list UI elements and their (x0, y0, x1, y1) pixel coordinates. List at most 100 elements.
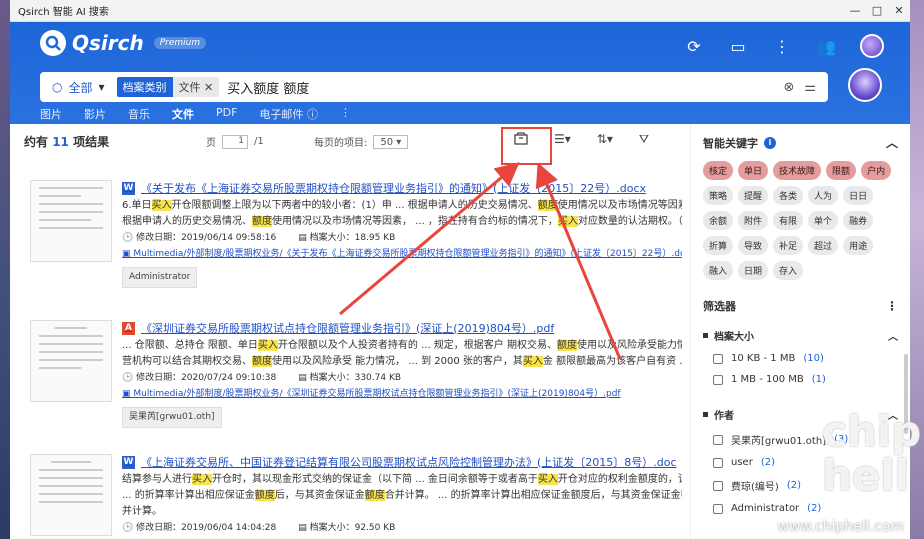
word-file-icon: W (122, 181, 135, 195)
tab-documents[interactable]: 文件 (172, 106, 194, 126)
result-snippet: ... 的折算率计算出相应保证金额度后，与其资金保证金额度合并计算。 ... 的… (122, 489, 682, 502)
tab-pdf[interactable]: PDF (216, 106, 237, 126)
keyword-chip[interactable]: 附件 (738, 211, 769, 230)
checkbox[interactable] (713, 503, 723, 514)
per-page: 每页的项目: 50 ▾ (314, 134, 409, 149)
tabs-more-icon[interactable]: ⋮ (340, 106, 351, 126)
keyword-chip[interactable]: 提醒 (738, 186, 769, 205)
page-input[interactable]: 1 (222, 134, 248, 149)
word-file-icon: W (122, 455, 135, 469)
annotation-highlight-box (501, 127, 552, 165)
info-icon[interactable]: i (764, 136, 776, 149)
result-snippet: 结算参与人进行买入开仓时，其以现金形式交纳的保证金（以下简 ... 金日间余额等… (122, 473, 682, 486)
result-snippet: 6.单日买入开仓限额调整上限为以下两者中的较小者：(1）申 ... 根据申请人的… (122, 199, 682, 212)
owner-tag[interactable]: 吴果芮[grwu01.oth] (122, 407, 222, 428)
keyword-chip[interactable]: 单个 (808, 211, 839, 230)
result-title-link[interactable]: 《关于发布《上海证券交易所股票期权持仓限额管理业务指引》的通知》(上证发〔201… (141, 182, 646, 195)
search-scope[interactable]: ○ 全部 ▾ (40, 79, 117, 96)
checkbox[interactable] (713, 434, 723, 445)
keyword-chip[interactable]: 限额 (826, 161, 857, 180)
filter-option[interactable]: 1 MB - 100 MB (1) (703, 374, 898, 385)
filter-option-count: (1) (811, 374, 826, 385)
filter-title: 筛选器 (703, 300, 736, 313)
document-thumbnail[interactable] (30, 454, 112, 536)
snippet-text: 使用情况以及市场情况等因素， ... ，指在持有合约标的情况下， (272, 216, 558, 227)
file-size: ▤ 档案大小：18.95 KB (298, 233, 396, 243)
result-title-link[interactable]: 《上海证券交易所、中国证券登记结算有限公司股票期权试点风险控制管理办法》(上证发… (141, 456, 677, 469)
info-icon: ⓘ (306, 108, 318, 121)
top-icons: ⟳ ▭ ⋮ 👥 (684, 34, 884, 58)
clear-search-icon[interactable]: ⊗ (783, 80, 794, 95)
document-thumbnail[interactable] (30, 320, 112, 402)
more-vertical-icon[interactable]: ⋮ (886, 299, 898, 313)
keyword-chip[interactable]: 日期 (738, 261, 769, 280)
filter-option[interactable]: 10 KB - 1 MB (10) (703, 353, 898, 364)
list-view-icon[interactable]: ☰▾ (554, 132, 571, 149)
chevron-up-icon[interactable]: ︿ (886, 134, 898, 151)
modified-date-text: 修改日期：2020/07/24 09:10:38 (136, 373, 277, 383)
keywords-title: 智能关键字 (703, 136, 758, 150)
desktop-background-right (910, 0, 924, 539)
file-path-link[interactable]: ▣ Multimedia/外部制度/股票期权业务/《深圳证券交易所股票期权试点持… (122, 388, 682, 401)
keyword-chip[interactable]: 人为 (808, 186, 839, 205)
search-settings-icon[interactable]: ⚌ (804, 80, 816, 95)
keyword-chip[interactable]: 日日 (843, 186, 874, 205)
keyword-chip[interactable]: 核定 (703, 161, 734, 180)
keyword-chip[interactable]: 补足 (773, 236, 804, 255)
tab-videos[interactable]: 影片 (84, 106, 106, 126)
keyword-chip[interactable]: 技术故障 (773, 161, 822, 180)
checkbox[interactable] (713, 457, 723, 468)
keyword-chip[interactable]: 折算 (703, 236, 734, 255)
users-icon[interactable]: 👥 (816, 36, 836, 56)
result-snippet: 根据申请人的历史交易情况、额度使用情况以及市场情况等因素， ... ，指在持有合… (122, 215, 682, 228)
keyword-chip[interactable]: 有限 (773, 211, 804, 230)
keyword-chip[interactable]: 户内 (861, 161, 892, 180)
keyword-chip[interactable]: 融券 (843, 211, 874, 230)
result-title-link[interactable]: 《深圳证券交易所股票期权试点持仓限额管理业务指引》(深证上(2019)804号）… (141, 322, 554, 335)
checkbox[interactable] (713, 353, 723, 364)
filter-chip-value[interactable]: 文件 ✕ (172, 77, 220, 97)
perpage-select[interactable]: 50 ▾ (373, 134, 409, 149)
tab-email[interactable]: 电子邮件 ⓘ (259, 106, 318, 126)
keyword-chip[interactable]: 用途 (843, 236, 874, 255)
keyword-chip[interactable]: 余额 (703, 211, 734, 230)
app-window: Qsirch 智能 AI 搜索 — □ ✕ Qsirch Premium ⟳ ▭… (10, 0, 910, 539)
main-content: 约有 11 项结果 页 1 /1 每页的项目: 50 ▾ ☰▾ ⇅▾ ⛛ W 《… (10, 124, 910, 539)
ai-assistant-avatar[interactable] (848, 68, 882, 102)
snippet-highlight: 额度 (252, 216, 272, 227)
chevron-up-icon[interactable]: ︿ (888, 328, 898, 343)
keyword-chip[interactable]: 导致 (738, 236, 769, 255)
search-input[interactable]: 买入额度 额度 (227, 78, 309, 97)
result-snippet: ... 仓限额、总持仓 限额、单日买入开仓限额以及个人投资者持有的 ... 规定… (122, 339, 682, 352)
refresh-icon[interactable]: ⟳ (684, 36, 704, 56)
snippet-text: 开仓对应的权利金额度的，该买入 (557, 474, 682, 485)
sort-icon[interactable]: ⇅▾ (597, 132, 613, 149)
snippet-text: 开仓时，其以现金形式交纳的保证金（以下简 ... 金日间余额等于或者高于 (212, 474, 538, 485)
minimize-icon[interactable]: — (844, 0, 866, 22)
keyword-chip[interactable]: 超过 (808, 236, 839, 255)
owner-tag[interactable]: Administrator (122, 267, 198, 288)
drive-icon[interactable]: ▭ (728, 36, 748, 56)
filter-icon[interactable]: ⛛ (639, 132, 649, 149)
page-total: /1 (254, 136, 264, 147)
modified-date: 🕒 修改日期：2019/06/04 14:04:28 (122, 523, 277, 533)
keyword-chip[interactable]: 融入 (703, 261, 734, 280)
checkbox[interactable] (713, 374, 723, 385)
more-vertical-icon[interactable]: ⋮ (772, 36, 792, 56)
close-icon[interactable]: ✕ (888, 0, 910, 22)
user-avatar[interactable] (860, 34, 884, 58)
keyword-chip[interactable]: 单日 (738, 161, 769, 180)
keyword-chip[interactable]: 策略 (703, 186, 734, 205)
document-thumbnail[interactable] (30, 180, 112, 262)
keyword-chip[interactable]: 各类 (773, 186, 804, 205)
chip-remove-icon[interactable]: ✕ (204, 81, 213, 94)
result-count-prefix: 约有 (24, 134, 49, 149)
watermark-logo: chip hell (822, 407, 922, 500)
file-path-link[interactable]: ▣ Multimedia/外部制度/股票期权业务/《关于发布《上海证券交易所股票… (122, 248, 682, 261)
tab-images[interactable]: 图片 (40, 106, 62, 126)
group-marker-icon (703, 333, 708, 338)
keyword-chip[interactable]: 存入 (773, 261, 804, 280)
tab-music[interactable]: 音乐 (128, 106, 150, 126)
maximize-icon[interactable]: □ (866, 0, 888, 22)
checkbox[interactable] (713, 480, 723, 491)
